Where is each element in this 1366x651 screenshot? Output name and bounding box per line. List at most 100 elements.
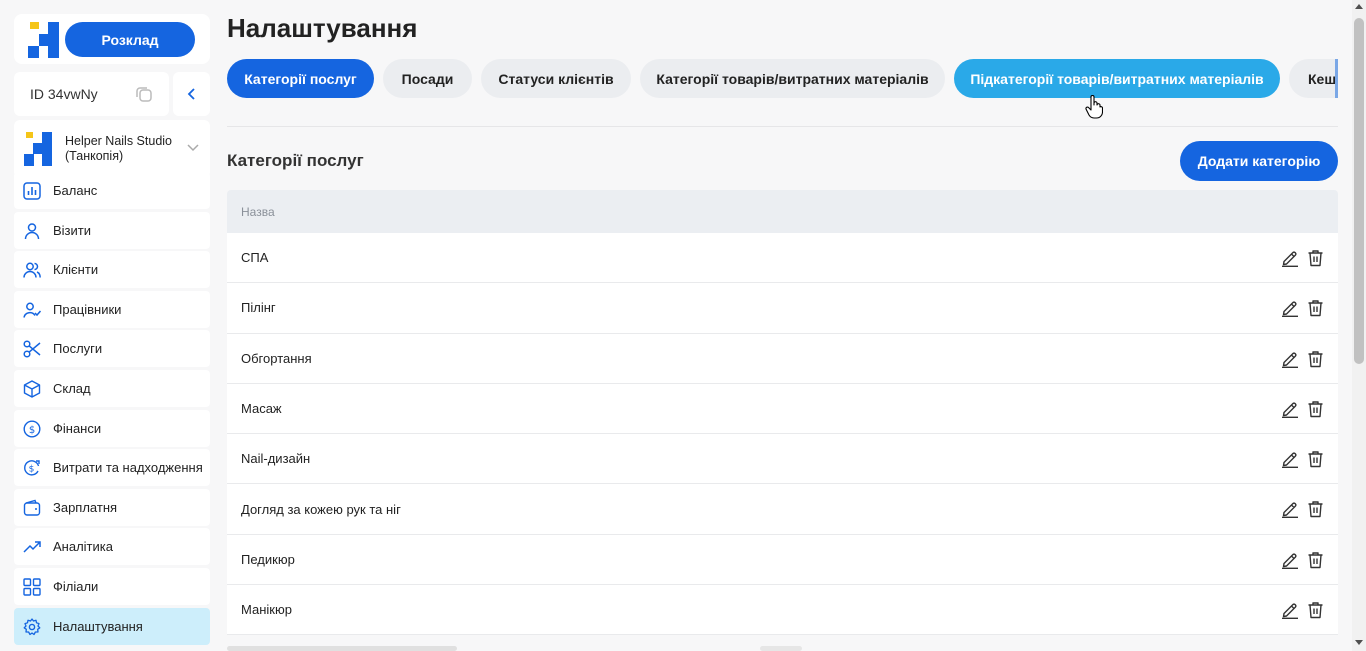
- svg-text:$: $: [29, 424, 35, 435]
- tab-client-statuses[interactable]: Статуси клієнтів: [481, 59, 631, 98]
- hand-pointer-cursor-icon: [1085, 95, 1103, 119]
- user-icon: [24, 222, 40, 239]
- box-icon: [23, 380, 41, 398]
- tab-cash[interactable]: Кеш: [1289, 59, 1338, 98]
- edit-icon[interactable]: [1281, 551, 1299, 569]
- scroll-down-arrow-icon[interactable]: [1355, 640, 1363, 645]
- chevron-down-icon: [187, 144, 199, 152]
- main-content: Налаштування Категорії послуг Посади Ста…: [227, 0, 1338, 651]
- tab-service-categories[interactable]: Категорії послуг: [227, 59, 374, 98]
- sidebar-item-services[interactable]: Послуги: [14, 330, 210, 368]
- studio-name: Helper Nails Studio (Танкопія): [65, 134, 172, 163]
- studio-logo: [24, 132, 52, 166]
- table-row: Пілінг: [227, 283, 1338, 334]
- add-category-button[interactable]: Додати категорію: [1180, 141, 1338, 181]
- tab-positions[interactable]: Посади: [383, 59, 472, 98]
- bar-chart-icon: [23, 182, 41, 200]
- tabs-scroll-edge: [1335, 59, 1338, 98]
- sidebar-item-visits[interactable]: Візити: [14, 211, 210, 249]
- sidebar-item-label: Аналітика: [53, 539, 113, 555]
- row-name: Nail-дизайн: [241, 451, 311, 467]
- sidebar-item-warehouse[interactable]: Склад: [14, 369, 210, 407]
- edit-icon[interactable]: [1281, 450, 1299, 469]
- sidebar-item-salary[interactable]: Зарплатня: [14, 488, 210, 526]
- collapse-sidebar-button[interactable]: [173, 72, 210, 116]
- sidebar-item-label: Клієнти: [53, 262, 99, 278]
- sidebar-item-label: Фінанси: [53, 420, 102, 436]
- settings-tabs: Категорії послуг Посади Статуси клієнтів…: [227, 59, 1338, 99]
- dollar-circle-icon: $: [23, 420, 41, 438]
- row-name: СПА: [241, 250, 269, 266]
- table-row: Nail-дизайн: [227, 434, 1338, 485]
- row-name: Догляд за кожею рук та ніг: [241, 501, 401, 517]
- tab-product-subcategories[interactable]: Підкатегорії товарів/витратних матеріалі…: [954, 59, 1280, 98]
- sidebar-nav: Баланс Візити Клієнти Працівники Послуги…: [14, 172, 210, 647]
- dollar-refresh-icon: $: [24, 460, 40, 476]
- sidebar-item-expenses-income[interactable]: $ Витрати та надходження: [14, 449, 210, 487]
- copy-icon[interactable]: [135, 85, 153, 103]
- sidebar-item-balance[interactable]: Баланс: [14, 172, 210, 209]
- table-body: СПА Пілінг Обгортання Масаж Nail-дизайн Догля…: [227, 233, 1338, 636]
- row-name: Педикюр: [241, 551, 295, 567]
- app-logo[interactable]: [28, 22, 62, 58]
- section-title: Категорії послуг: [227, 151, 364, 170]
- table-row: Масаж: [227, 383, 1338, 435]
- sidebar-item-label: Баланс: [53, 183, 98, 198]
- trash-icon[interactable]: [1307, 350, 1324, 368]
- scroll-up-arrow-icon[interactable]: [1355, 4, 1363, 9]
- studio-selector[interactable]: Helper Nails Studio (Танкопія): [14, 120, 210, 178]
- sidebar-item-label: Витрати та надходження: [53, 460, 203, 476]
- sidebar-item-label: Склад: [53, 380, 91, 396]
- edit-icon[interactable]: [1281, 601, 1299, 620]
- trash-icon[interactable]: [1307, 500, 1324, 518]
- sidebar-item-clients[interactable]: Клієнти: [14, 251, 210, 289]
- grid-icon: [23, 578, 41, 596]
- edit-icon[interactable]: [1281, 249, 1299, 267]
- trend-up-icon: [23, 541, 41, 553]
- chevron-left-icon: [187, 88, 195, 100]
- row-name: Обгортання: [241, 350, 312, 366]
- sidebar-item-branches[interactable]: Філіали: [14, 567, 210, 605]
- sidebar-item-employees[interactable]: Працівники: [14, 290, 210, 328]
- horizontal-scrollbar-thumb[interactable]: [227, 646, 457, 651]
- users-icon: [23, 262, 41, 278]
- sidebar-item-settings[interactable]: Налаштування: [14, 607, 210, 645]
- column-header-name: Назва: [241, 204, 275, 219]
- horizontal-scrollbar-segment: [760, 646, 802, 651]
- categories-table: Назва СПА Пілінг Обгортання Масаж Nail-дизай…: [227, 190, 1338, 636]
- sidebar-header: Розклад: [14, 14, 210, 64]
- row-name: Масаж: [241, 401, 282, 417]
- table-header: Назва: [227, 190, 1338, 233]
- sidebar-item-label: Працівники: [53, 301, 122, 317]
- vertical-scrollbar[interactable]: [1352, 0, 1366, 651]
- gear-icon: [23, 617, 41, 635]
- sidebar-item-finance[interactable]: $ Фінанси: [14, 409, 210, 447]
- scrollbar-thumb[interactable]: [1354, 18, 1364, 364]
- wallet-icon: [23, 499, 41, 516]
- account-id: ID 34vwNy: [14, 72, 169, 116]
- trash-icon[interactable]: [1307, 249, 1324, 267]
- sidebar: Розклад ID 34vwNy Helper Nails Studio (Т…: [14, 14, 210, 651]
- page-title: Налаштування: [227, 13, 418, 43]
- svg-text:$: $: [29, 465, 35, 475]
- trash-icon[interactable]: [1307, 299, 1324, 317]
- trash-icon[interactable]: [1307, 450, 1324, 468]
- sidebar-item-analytics[interactable]: Аналітика: [14, 528, 210, 566]
- sidebar-item-label: Зарплатня: [53, 499, 118, 515]
- trash-icon[interactable]: [1307, 551, 1324, 569]
- schedule-button[interactable]: Розклад: [65, 22, 195, 57]
- trash-icon[interactable]: [1307, 400, 1324, 418]
- sidebar-item-label: Послуги: [53, 341, 103, 357]
- edit-icon[interactable]: [1281, 299, 1299, 318]
- tab-product-categories[interactable]: Категорії товарів/витратних матеріалів: [640, 59, 945, 98]
- edit-icon[interactable]: [1281, 500, 1299, 519]
- edit-icon[interactable]: [1281, 400, 1299, 418]
- trash-icon[interactable]: [1307, 601, 1324, 619]
- row-name: Пілінг: [241, 300, 276, 316]
- account-id-label: ID 34vwNy: [30, 86, 98, 102]
- table-row: Манікюр: [227, 585, 1338, 636]
- user-check-icon: [23, 302, 41, 318]
- sidebar-item-label: Філіали: [53, 578, 99, 594]
- sidebar-item-label: Налаштування: [53, 618, 143, 634]
- edit-icon[interactable]: [1281, 350, 1299, 368]
